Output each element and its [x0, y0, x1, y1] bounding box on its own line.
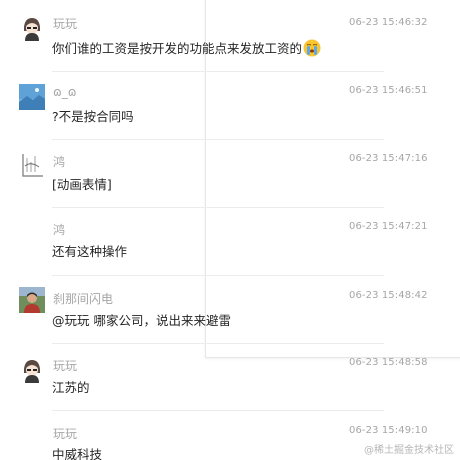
chat-history-view: 玩玩 06-23 15:46:32 你们谁的工资是按开发的功能点来发放工资的 ɷ…	[0, 0, 460, 460]
sender-name: 玩玩	[53, 359, 78, 373]
message-text: ?不是按合同吗	[52, 109, 134, 124]
message-divider	[52, 207, 384, 208]
message-text-content: 你们谁的工资是按开发的功能点来发放工资的	[52, 41, 303, 56]
message-text: 中威科技	[52, 447, 103, 460]
message-text: 你们谁的工资是按开发的功能点来发放工资的	[52, 38, 321, 60]
landscape-avatar[interactable]	[19, 84, 45, 110]
photo-avatar[interactable]	[19, 287, 45, 313]
message-text: [动画表情]	[52, 177, 112, 192]
message-time: 06-23 15:46:51	[349, 85, 428, 96]
sender-name: 鸿	[53, 223, 66, 237]
message-text: 江苏的	[52, 380, 90, 395]
message-time: 06-23 15:49:10	[349, 425, 428, 436]
sender-name: 刹那间闪电	[53, 292, 114, 306]
watermark: @稀土掘金技术社区	[364, 445, 454, 456]
sender-name: 玩玩	[53, 17, 78, 31]
message-divider	[52, 139, 384, 140]
message-text: 还有这种操作	[52, 244, 128, 259]
girl-avatar[interactable]	[19, 15, 45, 41]
message-divider	[52, 275, 384, 276]
message-time: 06-23 15:48:58	[349, 357, 428, 368]
message-divider	[52, 410, 384, 411]
message-time: 06-23 15:48:42	[349, 290, 428, 301]
message-text: @玩玩 哪家公司，说出来来避雷	[52, 313, 231, 328]
message-time: 06-23 15:47:16	[349, 153, 428, 164]
message-time: 06-23 15:47:21	[349, 221, 428, 232]
message-time: 06-23 15:46:32	[349, 17, 428, 28]
girl-avatar[interactable]	[19, 357, 45, 383]
sender-name: ɷ_ɷ	[53, 85, 77, 99]
message-divider	[52, 71, 384, 72]
message-divider	[52, 343, 384, 344]
sketch-avatar[interactable]	[19, 152, 45, 178]
sender-name: 鸿	[53, 155, 66, 169]
crying-emoji-icon	[303, 39, 321, 60]
sender-name: 玩玩	[53, 427, 78, 441]
